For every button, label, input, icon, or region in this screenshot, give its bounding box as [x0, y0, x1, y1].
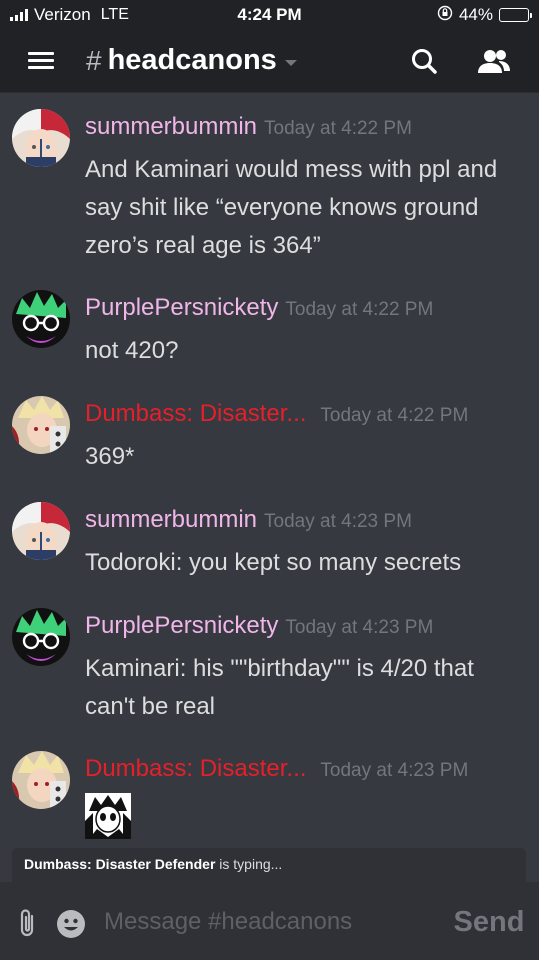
typing-user: Dumbass: Disaster Defender	[24, 856, 216, 872]
emoji-icon[interactable]	[56, 909, 86, 939]
timestamp: Today at 4:23 PM	[285, 617, 434, 638]
search-icon[interactable]	[407, 44, 443, 80]
status-bar: Verizon LTE 4:24 PM 44%	[0, 0, 539, 30]
message-input[interactable]	[104, 901, 434, 943]
avatar-todoroki[interactable]	[12, 109, 70, 167]
carrier-label: Verizon	[34, 5, 91, 24]
avatar-purplepersnickety[interactable]	[12, 290, 70, 348]
message-header: Dumbass: Disaster... Today at 4:23 PM	[85, 755, 468, 783]
channel-header: # headcanons	[0, 30, 539, 93]
timestamp: Today at 4:23 PM	[264, 511, 412, 532]
typing-suffix: is typing...	[215, 856, 283, 872]
paperclip-icon[interactable]	[18, 908, 38, 938]
timestamp: Today at 4:22 PM	[320, 405, 469, 426]
status-right: 44%	[437, 5, 532, 26]
send-button[interactable]: Send	[446, 902, 532, 942]
message-header: PurplePersnickety Today at 4:22 PM	[85, 294, 433, 322]
avatar-todoroki[interactable]	[12, 502, 70, 560]
message-text: 369*	[85, 443, 135, 470]
network-label: LTE	[100, 6, 129, 23]
avatar-purplepersnickety[interactable]	[12, 608, 70, 666]
status-left: Verizon LTE	[10, 5, 129, 25]
battery-icon	[499, 8, 532, 22]
avatar-dumbass[interactable]	[12, 751, 70, 809]
username[interactable]: summerbummin	[85, 113, 257, 141]
message-text: Todoroki: you kept so many secrets	[85, 549, 462, 576]
battery-percent: 44%	[458, 5, 493, 24]
channel-name: headcanons	[107, 44, 277, 76]
caret-down-icon	[284, 59, 297, 66]
timestamp: Today at 4:22 PM	[285, 299, 434, 320]
message-text: not 420?	[85, 337, 179, 364]
username[interactable]: summerbummin	[85, 506, 257, 534]
timestamp: Today at 4:22 PM	[264, 118, 412, 139]
typing-indicator: Dumbass: Disaster Defender is typing...	[12, 848, 526, 882]
signal-bars-icon	[10, 9, 28, 21]
message-text: Kaminari: his ""birthday"" is 4/20 that …	[85, 655, 474, 720]
message-header: summerbummin Today at 4:22 PM	[85, 113, 412, 141]
message-header: PurplePersnickety Today at 4:23 PM	[85, 612, 433, 640]
username[interactable]: PurplePersnickety	[85, 294, 278, 322]
avatar-dumbass[interactable]	[12, 396, 70, 454]
hash-icon: #	[86, 44, 102, 76]
message-text: And Kaminari would mess with ppl and say…	[85, 156, 498, 259]
hamburger-menu-icon[interactable]	[28, 52, 54, 70]
message-composer: Send	[0, 882, 539, 960]
username[interactable]: Dumbass: Disaster...	[85, 755, 306, 783]
message-header: summerbummin Today at 4:23 PM	[85, 506, 412, 534]
emote-image[interactable]	[85, 793, 131, 839]
orientation-lock-icon	[437, 5, 453, 26]
message-header: Dumbass: Disaster... Today at 4:22 PM	[85, 400, 468, 428]
timestamp: Today at 4:23 PM	[320, 760, 469, 781]
message-list[interactable]: summerbummin Today at 4:22 PM And Kamina…	[0, 93, 539, 848]
username[interactable]: PurplePersnickety	[85, 612, 278, 640]
members-icon[interactable]	[475, 44, 511, 80]
channel-title[interactable]: # headcanons	[86, 44, 297, 77]
username[interactable]: Dumbass: Disaster...	[85, 400, 306, 428]
